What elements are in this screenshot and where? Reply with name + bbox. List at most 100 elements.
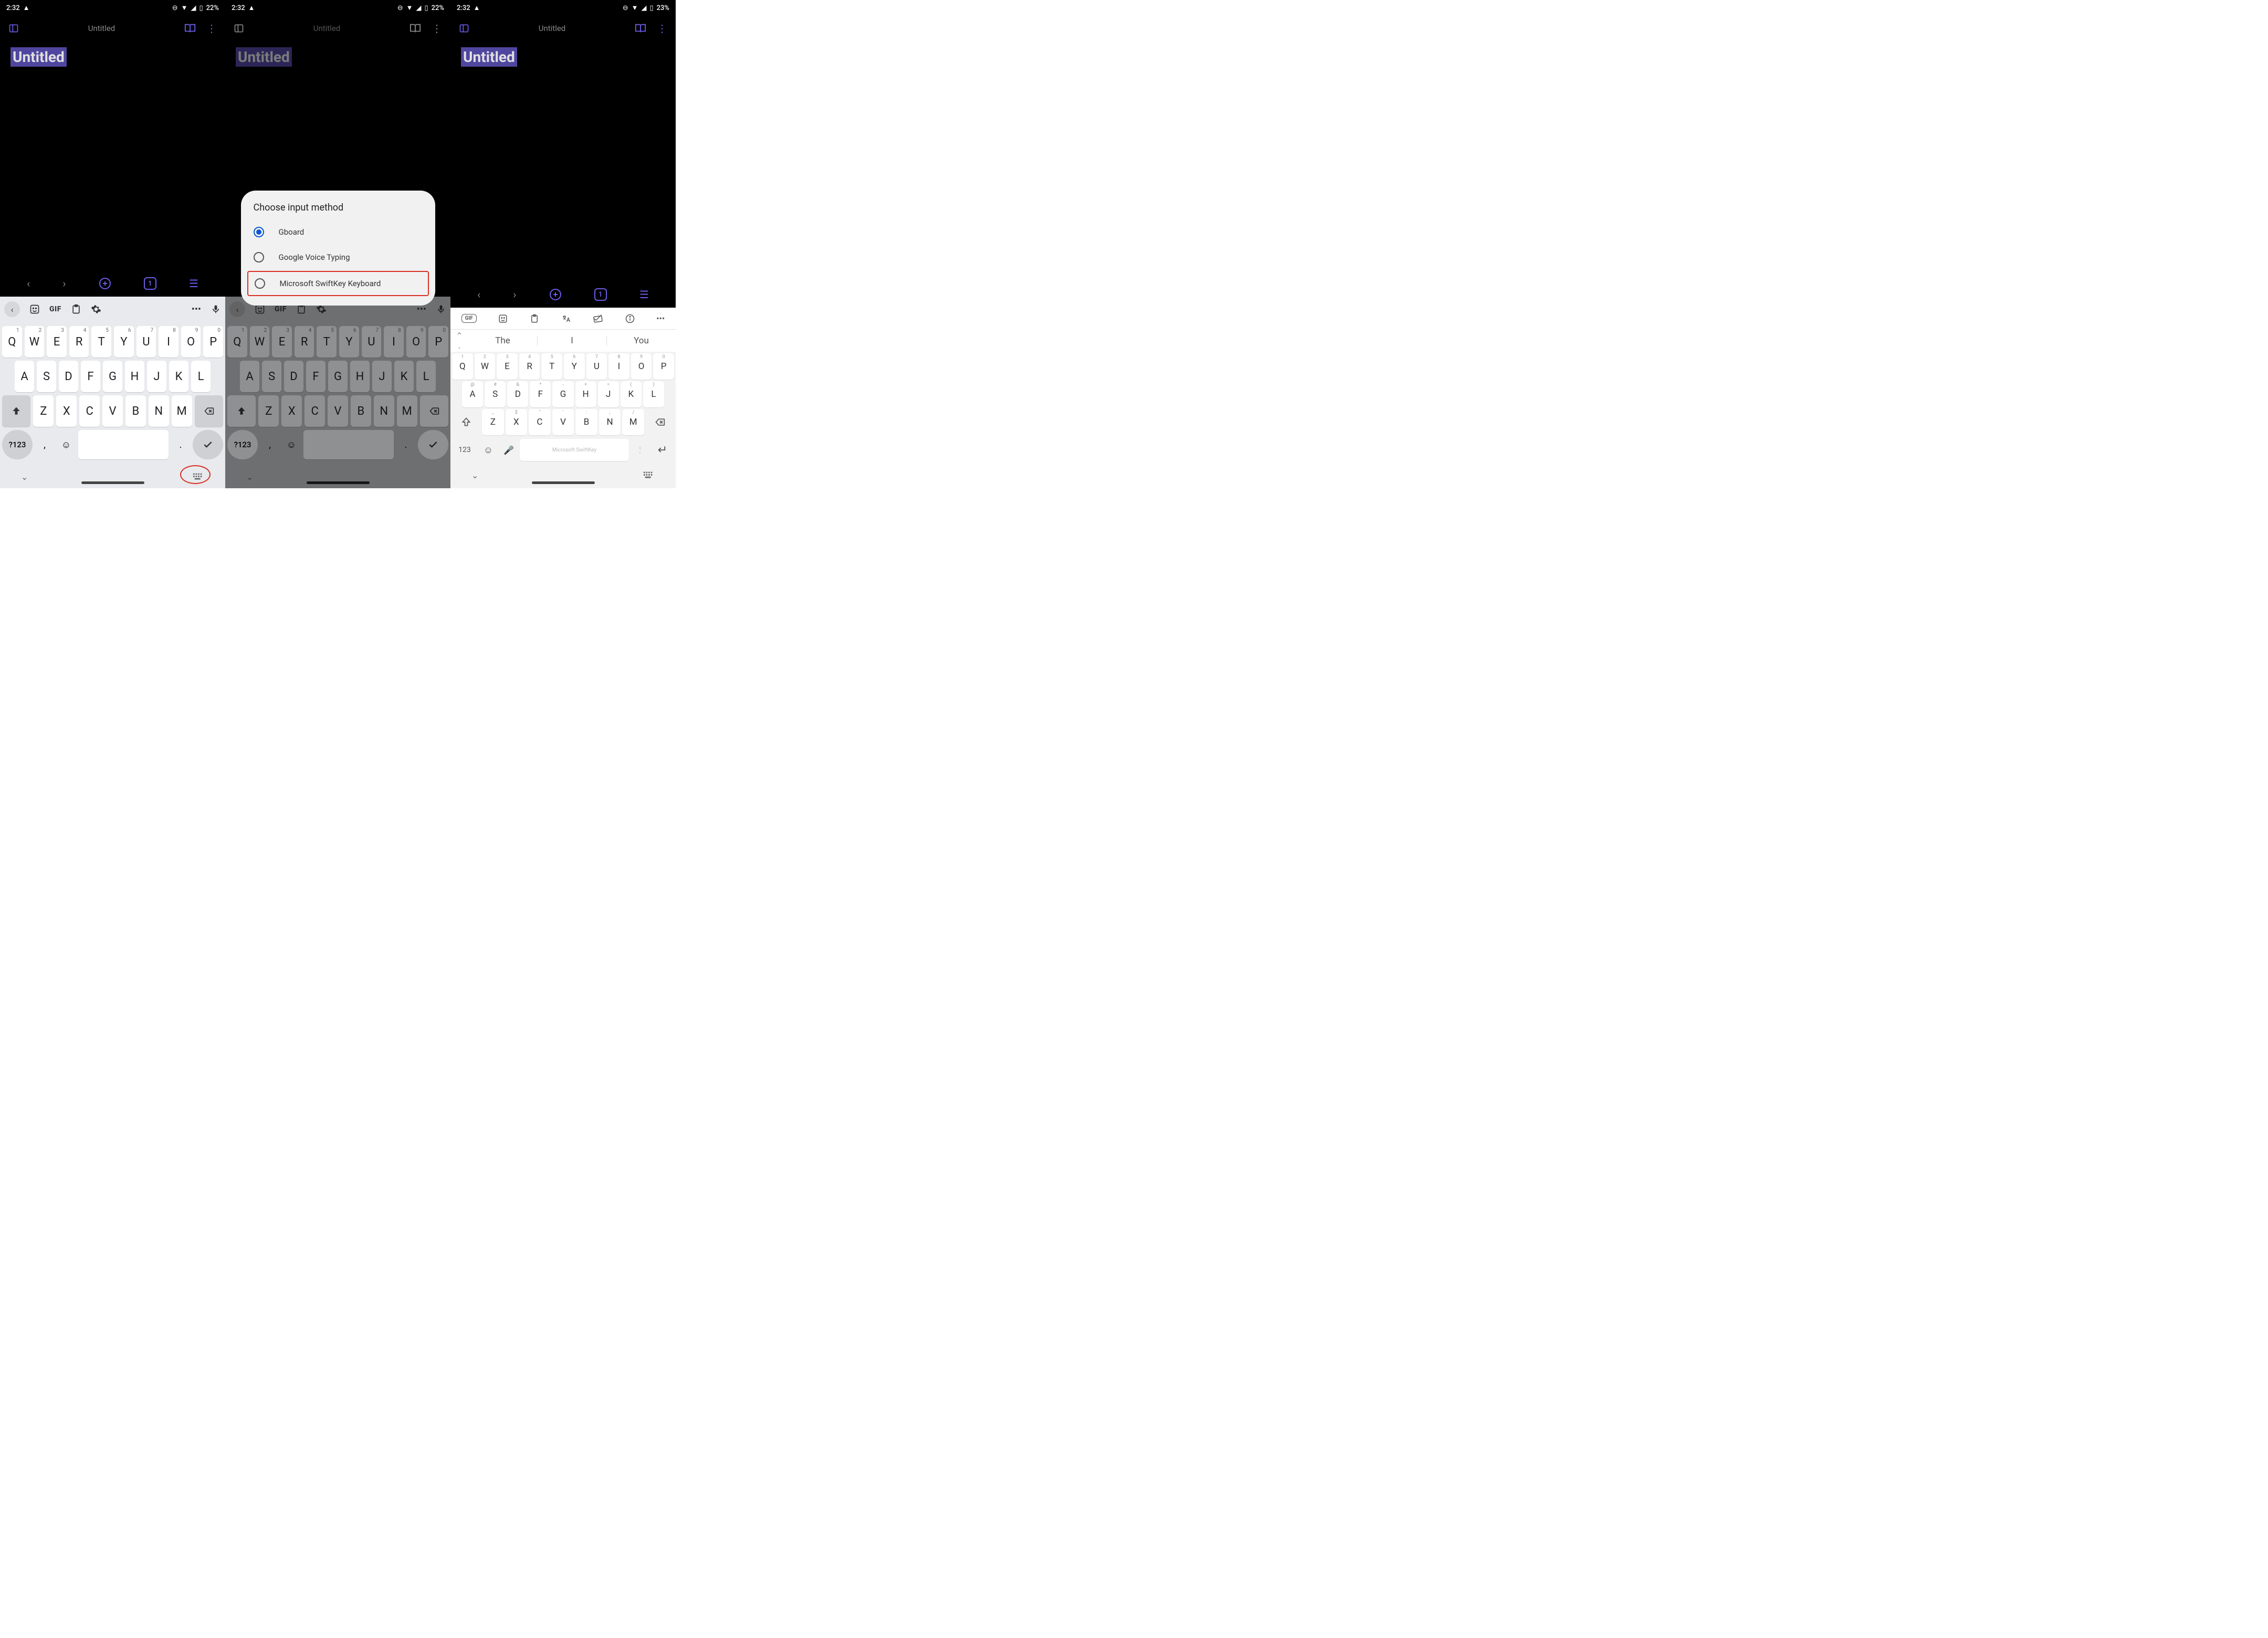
key-a[interactable]: A (15, 361, 34, 392)
key-w[interactable]: W2 (25, 326, 45, 358)
clipboard-icon[interactable] (71, 304, 81, 314)
menu-icon[interactable]: ☰ (639, 288, 649, 301)
space-key[interactable]: Microsoft SwiftKey (520, 439, 629, 461)
document-title[interactable]: Untitled (461, 47, 517, 67)
page-indicator[interactable]: 1 (594, 288, 607, 301)
shift-key[interactable] (2, 395, 30, 427)
key-n[interactable]: N (149, 395, 169, 427)
key-n[interactable]: ;N (599, 409, 621, 435)
enter-key[interactable]: ↵ (651, 444, 674, 457)
key-k[interactable]: K (169, 361, 188, 392)
backspace-key[interactable] (195, 395, 223, 427)
key-k[interactable]: (K (621, 381, 642, 407)
key-f[interactable]: *F (530, 381, 551, 407)
key-d[interactable]: D (59, 361, 78, 392)
more-icon[interactable]: ⋮ (657, 22, 667, 35)
key-e[interactable]: E3 (47, 326, 67, 358)
next-icon[interactable]: › (513, 288, 516, 301)
panel-icon[interactable] (8, 23, 19, 34)
key-q[interactable]: 1Q (452, 353, 473, 380)
key-z[interactable]: _Z (482, 409, 504, 435)
key-v[interactable]: V (102, 395, 123, 427)
book-icon[interactable] (410, 23, 421, 34)
nav-down-icon[interactable]: ⌄ (21, 472, 28, 482)
document-title[interactable]: Untitled (10, 47, 67, 67)
nav-down-icon[interactable]: ⌄ (471, 470, 478, 480)
key-m[interactable]: /M (622, 409, 644, 435)
enter-key[interactable] (193, 430, 223, 459)
collapse-icon[interactable]: ‹ (4, 301, 20, 317)
mic-icon[interactable] (211, 304, 221, 314)
book-icon[interactable] (184, 23, 196, 34)
key-m[interactable]: M (172, 395, 192, 427)
dialog-option-gboard[interactable]: Gboard (241, 219, 435, 245)
add-icon[interactable] (549, 288, 562, 301)
suggestion-1[interactable]: The (468, 335, 537, 346)
clipboard-icon[interactable] (530, 314, 539, 323)
numbers-key[interactable]: 123 (452, 446, 477, 454)
add-icon[interactable] (99, 277, 111, 290)
key-v[interactable]: 'V (552, 409, 574, 435)
key-s[interactable]: S (37, 361, 56, 392)
emoji-key[interactable]: ☺ (479, 445, 498, 456)
nav-pill[interactable] (307, 481, 370, 484)
info-icon[interactable] (625, 314, 635, 323)
key-c[interactable]: C (79, 395, 100, 427)
key-p[interactable]: 0P (653, 353, 674, 380)
key-g[interactable]: G (103, 361, 122, 392)
sticker-icon[interactable] (498, 314, 508, 323)
key-x[interactable]: $X (506, 409, 528, 435)
nav-pill[interactable] (81, 481, 144, 484)
more-dots-icon[interactable]: ••• (656, 313, 665, 323)
key-p[interactable]: P0 (203, 326, 223, 358)
nav-pill[interactable] (532, 481, 595, 484)
backspace-key[interactable] (646, 409, 674, 435)
key-y[interactable]: Y6 (114, 326, 134, 358)
page-indicator[interactable]: 1 (144, 277, 156, 290)
prev-icon[interactable]: ‹ (477, 288, 480, 301)
key-d[interactable]: &D (507, 381, 528, 407)
key-g[interactable]: -G (552, 381, 573, 407)
key-x[interactable]: X (56, 395, 77, 427)
key-j[interactable]: J (147, 361, 166, 392)
translate-icon[interactable] (561, 314, 571, 323)
key-q[interactable]: Q1 (2, 326, 22, 358)
book-icon[interactable] (635, 23, 646, 34)
period-key[interactable]: !. (631, 445, 649, 455)
key-r[interactable]: R4 (69, 326, 89, 358)
key-u[interactable]: 7U (586, 353, 607, 380)
panel-icon[interactable] (234, 23, 244, 34)
document-title[interactable]: Untitled (236, 47, 292, 67)
key-o[interactable]: 9O (631, 353, 652, 380)
menu-icon[interactable]: ☰ (189, 277, 198, 290)
key-i[interactable]: I8 (159, 326, 178, 358)
settings-icon[interactable] (91, 304, 101, 314)
suggestion-2[interactable]: I (537, 335, 607, 346)
next-icon[interactable]: › (62, 277, 66, 290)
mic-key[interactable]: ,🎤 (499, 445, 518, 455)
key-l[interactable]: L (191, 361, 211, 392)
comma-key[interactable]: , (35, 430, 54, 459)
keyboard-switch-icon[interactable] (643, 471, 655, 479)
key-c[interactable]: "C (529, 409, 551, 435)
autocorrect-icon[interactable] (593, 314, 603, 323)
key-t[interactable]: T5 (91, 326, 111, 358)
key-e[interactable]: 3E (497, 353, 518, 380)
shift-key[interactable] (452, 409, 480, 435)
key-z[interactable]: Z (33, 395, 54, 427)
key-h[interactable]: +H (575, 381, 596, 407)
key-w[interactable]: 2W (475, 353, 496, 380)
key-h[interactable]: H (125, 361, 144, 392)
key-o[interactable]: O9 (181, 326, 201, 358)
key-i[interactable]: 8I (608, 353, 629, 380)
emoji-key[interactable]: ☺ (57, 430, 76, 459)
prev-icon[interactable]: ‹ (27, 277, 30, 290)
key-b[interactable]: :B (575, 409, 597, 435)
sticker-icon[interactable] (29, 304, 40, 314)
key-a[interactable]: @A (462, 381, 483, 407)
key-t[interactable]: 5T (541, 353, 562, 380)
gif-icon[interactable]: GIF (461, 314, 477, 323)
key-l[interactable]: )L (643, 381, 664, 407)
expand-icon[interactable]: ⌃⌄ (450, 331, 468, 351)
suggestion-3[interactable]: You (607, 335, 676, 346)
